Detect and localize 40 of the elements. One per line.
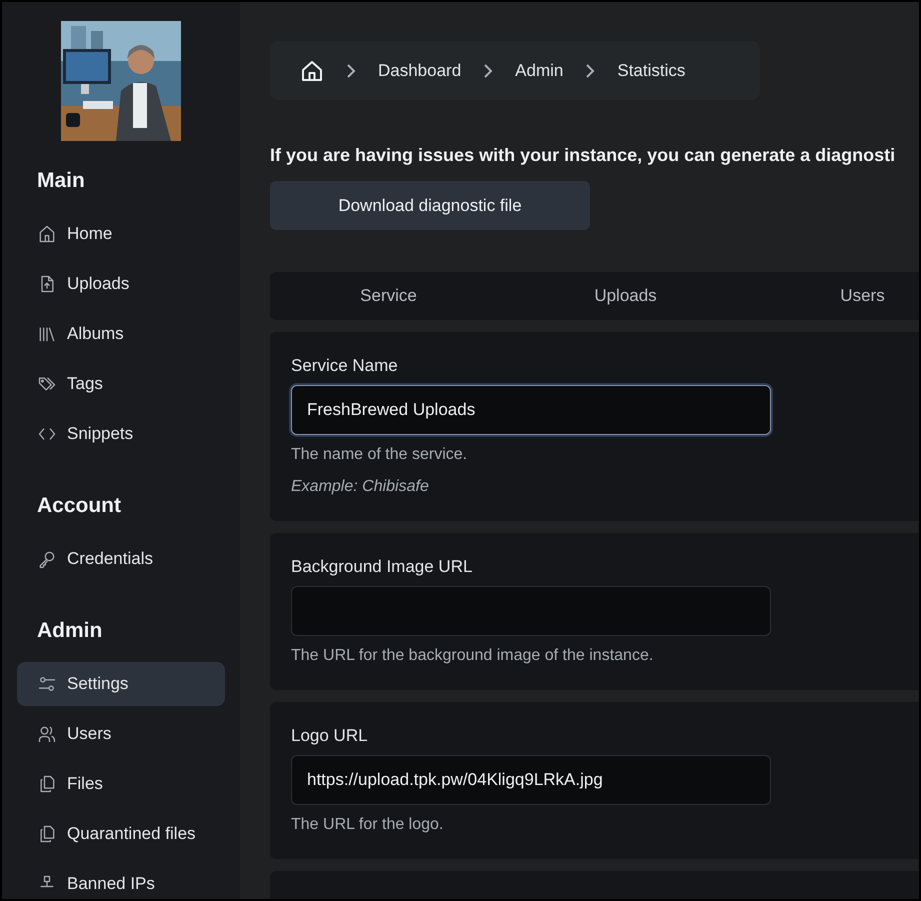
users-icon <box>37 724 57 744</box>
tab[interactable]: Service <box>270 283 507 309</box>
sidebar-item[interactable]: Tags <box>17 362 225 406</box>
tab[interactable]: Users <box>744 283 919 309</box>
breadcrumb-link[interactable]: Statistics <box>617 58 686 84</box>
section-heading: Main <box>36 168 86 194</box>
field-example: Example: Chibisafe <box>291 477 430 497</box>
sidebar-item[interactable]: Settings <box>17 662 225 706</box>
chevron-right-icon <box>483 62 494 78</box>
field-description: The URL for the background image of the instance. <box>291 646 654 666</box>
text-field[interactable] <box>291 586 771 636</box>
section-heading: Admin <box>36 618 104 644</box>
sidebar-item[interactable]: Home <box>17 212 225 256</box>
sidebar-item[interactable]: Files <box>17 762 225 806</box>
sidebar-item[interactable]: Albums <box>17 312 225 356</box>
field-label: Background Image URL <box>291 556 474 576</box>
field-label: Logo URL <box>291 725 369 745</box>
breadcrumb-link[interactable]: Dashboard <box>378 58 462 84</box>
home-icon[interactable] <box>300 58 324 82</box>
section-heading: Account <box>36 493 122 520</box>
chevron-right-icon <box>346 62 356 78</box>
diagnostic-notice: If you are having issues with your instance, you can generate a diagnosti <box>270 144 896 167</box>
field-description: The name of the service. <box>291 445 468 465</box>
sidebar-item[interactable]: Banned IPs <box>17 862 225 899</box>
text-field[interactable]: FreshBrewed Uploads <box>291 385 771 435</box>
tab[interactable]: Uploads <box>507 283 744 309</box>
key-icon <box>37 549 57 569</box>
sidebar-item[interactable]: Snippets <box>17 412 225 456</box>
sidebar-item[interactable]: Quarantined files <box>17 812 225 856</box>
sidebar-item[interactable]: Uploads <box>17 262 225 306</box>
home-icon <box>37 224 57 244</box>
download-diagnostic-button[interactable]: Download diagnostic file <box>270 181 590 230</box>
sliders-icon <box>37 674 57 694</box>
sidebar-item[interactable]: Users <box>17 712 225 756</box>
field-description: The URL for the logo. <box>291 815 444 835</box>
field-label: Service Name <box>291 355 399 375</box>
chevron-right-icon <box>585 62 596 78</box>
sidebar-item[interactable]: Credentials <box>17 537 225 581</box>
breadcrumb-link[interactable]: Admin <box>515 58 564 84</box>
text-field[interactable]: https://upload.tpk.pw/04Kligq9LRkA.jpg <box>291 755 771 805</box>
